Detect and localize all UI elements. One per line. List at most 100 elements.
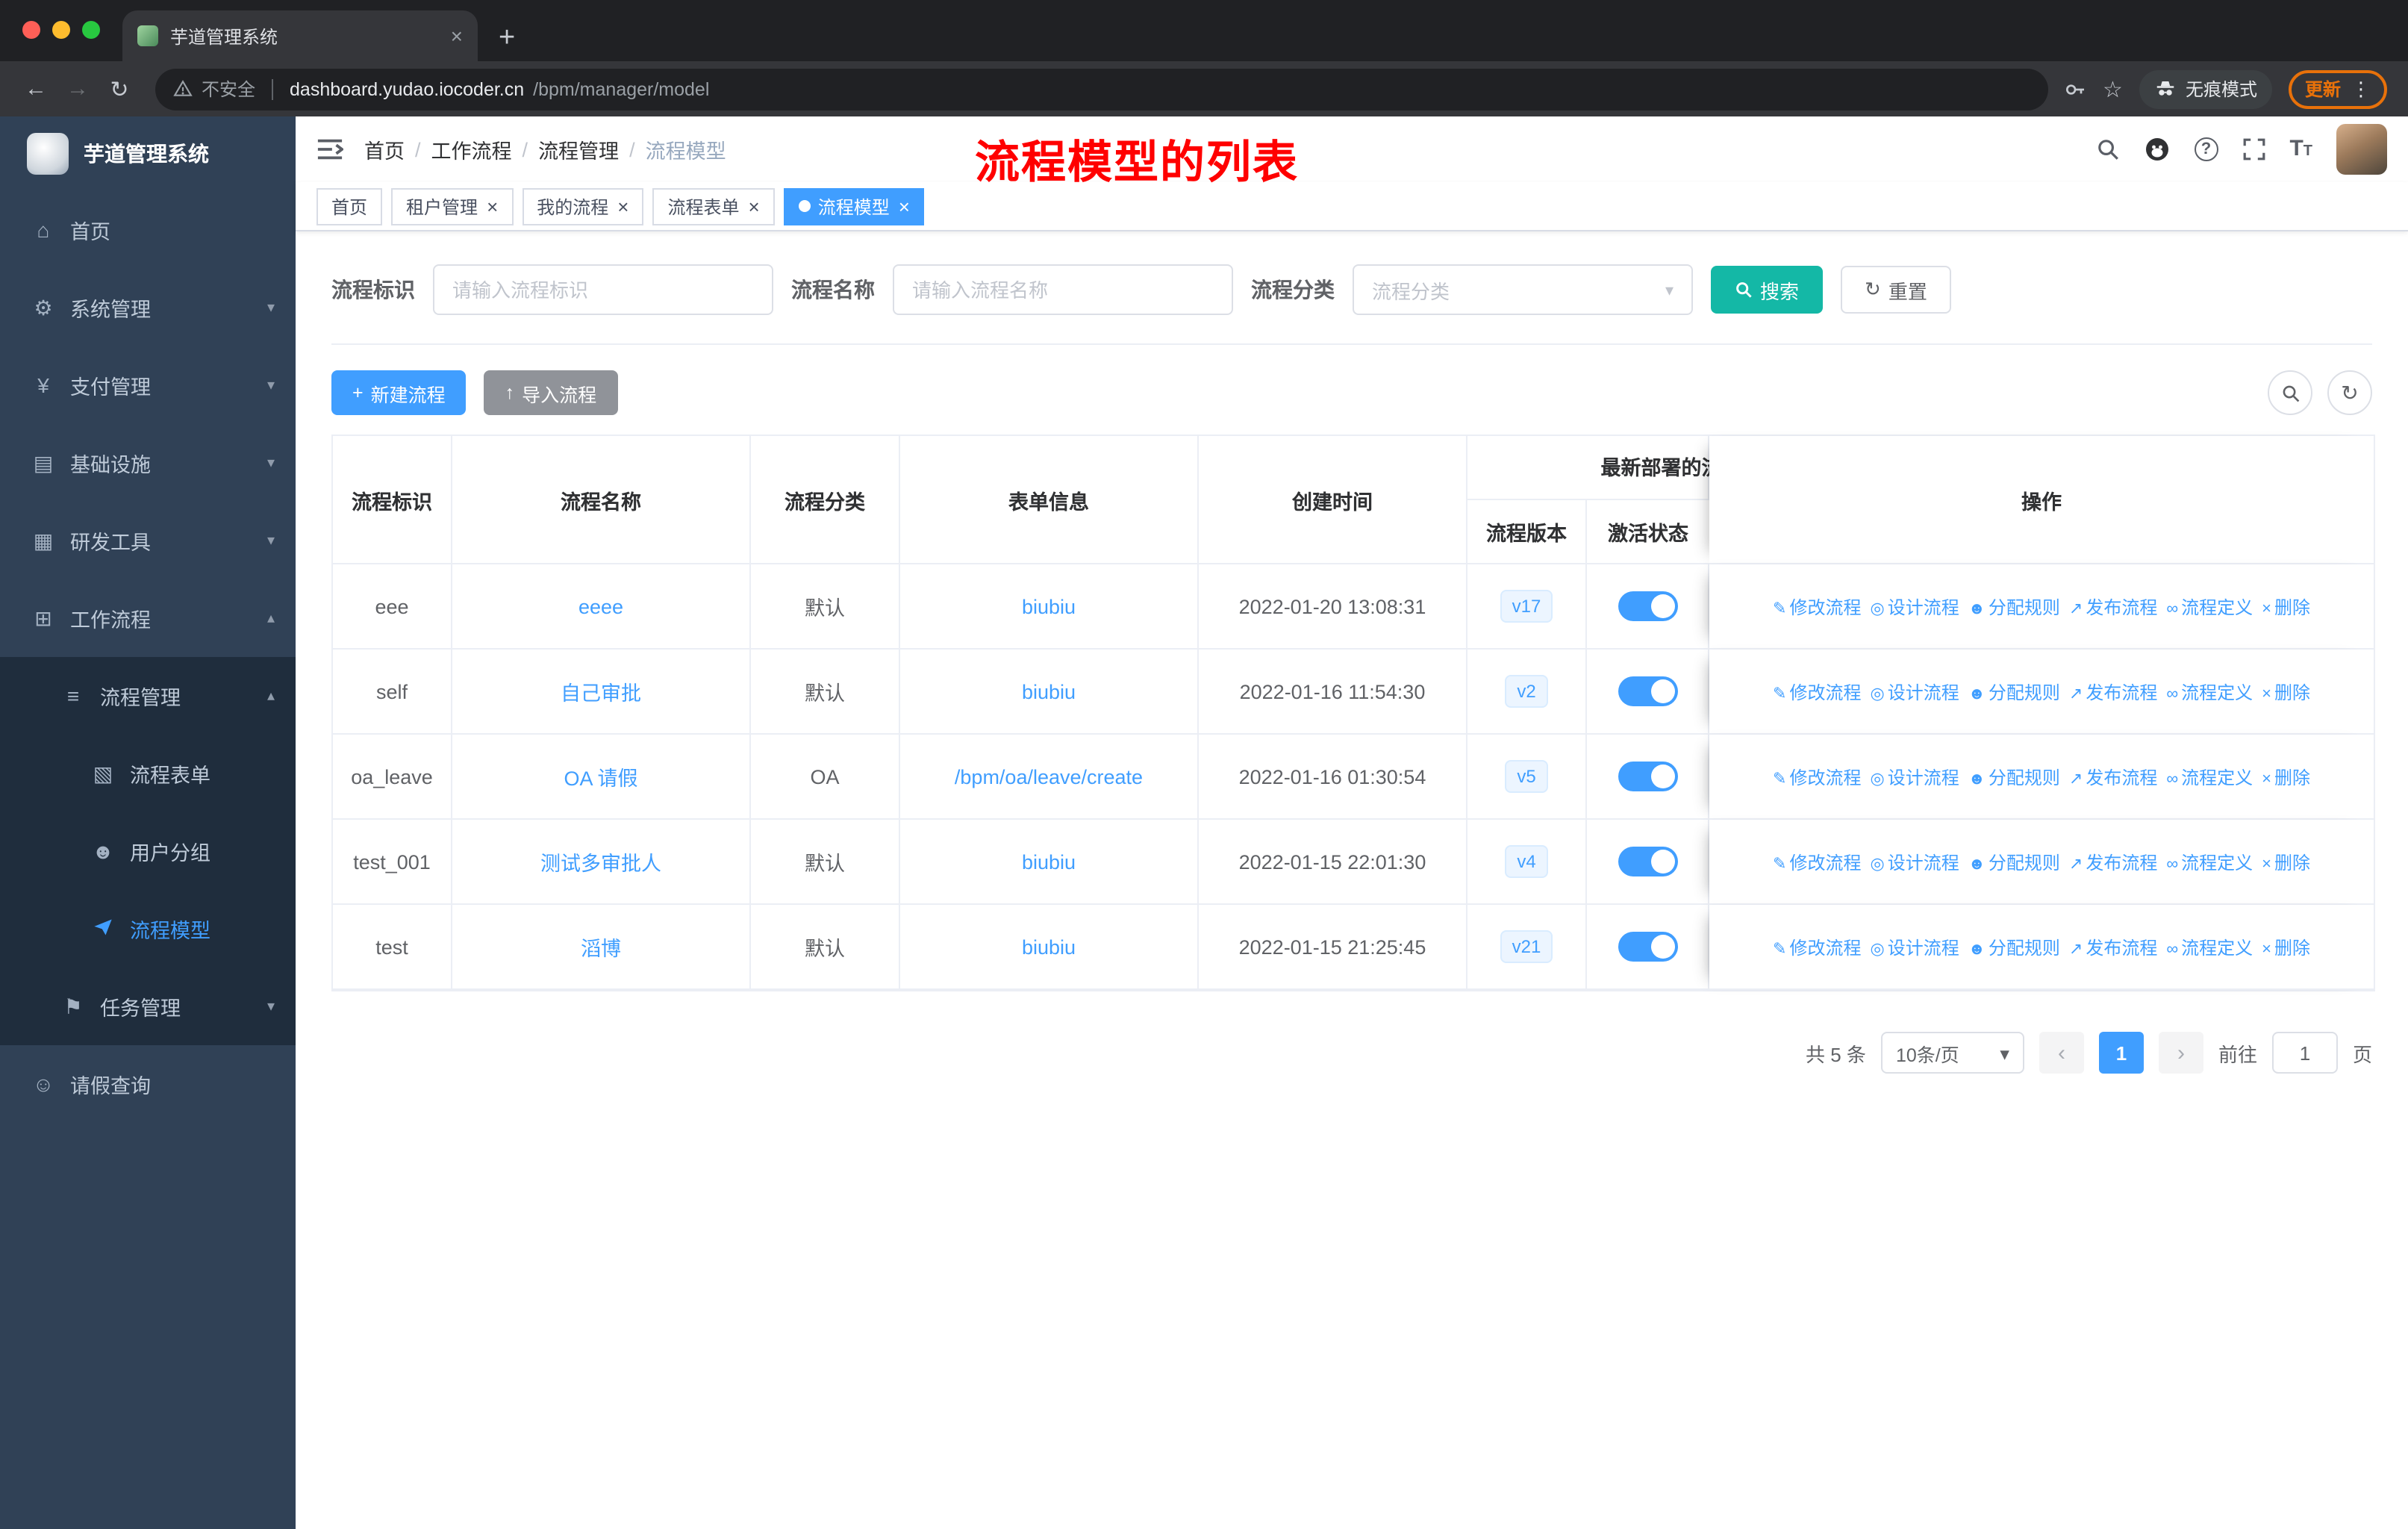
active-toggle[interactable] — [1618, 762, 1677, 791]
new-tab-button[interactable]: + — [499, 24, 515, 52]
version-tag[interactable]: v4 — [1505, 845, 1548, 878]
sidebar-item-process-form[interactable]: ▧ 流程表单 — [0, 735, 296, 812]
process-name-link[interactable]: OA 请假 — [564, 767, 637, 790]
sidebar-item-system-management[interactable]: ⚙ 系统管理 ▾ — [0, 269, 296, 346]
assign-rule-link[interactable]: ☻ 分配规则 — [1968, 597, 2060, 617]
process-name-link[interactable]: eeee — [578, 595, 623, 617]
active-toggle[interactable] — [1618, 847, 1677, 876]
process-name-link[interactable]: 自己审批 — [561, 682, 641, 705]
search-button[interactable]: 搜索 — [1711, 266, 1824, 314]
publish-process-link[interactable]: ↗ 发布流程 — [2069, 852, 2157, 873]
process-category-select[interactable]: 流程分类 ▾ — [1353, 264, 1693, 315]
search-icon[interactable] — [2095, 137, 2119, 161]
reset-button[interactable]: ↻ 重置 — [1841, 266, 1951, 314]
design-process-link[interactable]: ◎ 设计流程 — [1870, 852, 1959, 873]
form-info-link[interactable]: biubiu — [1022, 680, 1076, 703]
modify-process-link[interactable]: ✎ 修改流程 — [1773, 937, 1861, 958]
prev-page-button[interactable]: ‹ — [2039, 1032, 2084, 1074]
toggle-search-button[interactable] — [2268, 370, 2312, 415]
import-process-button[interactable]: ↑ 导入流程 — [484, 370, 618, 415]
process-definition-link[interactable]: ∞ 流程定义 — [2166, 682, 2253, 703]
refresh-table-button[interactable]: ↻ — [2327, 370, 2372, 415]
publish-process-link[interactable]: ↗ 发布流程 — [2069, 767, 2157, 788]
font-size-icon[interactable]: TT — [2289, 136, 2312, 163]
github-icon[interactable] — [2143, 136, 2170, 163]
page-size-select[interactable]: 10条/页 ▾ — [1880, 1032, 2024, 1074]
fullscreen-icon[interactable] — [2242, 137, 2265, 161]
design-process-link[interactable]: ◎ 设计流程 — [1870, 767, 1959, 788]
browser-tab[interactable]: 芋道管理系统 × — [122, 10, 478, 61]
version-tag[interactable]: v5 — [1505, 760, 1548, 793]
assign-rule-link[interactable]: ☻ 分配规则 — [1968, 767, 2060, 788]
design-process-link[interactable]: ◎ 设计流程 — [1870, 597, 1959, 617]
modify-process-link[interactable]: ✎ 修改流程 — [1773, 767, 1861, 788]
back-icon[interactable]: ← — [15, 76, 57, 102]
delete-link[interactable]: × 删除 — [2262, 682, 2310, 703]
tag-home[interactable]: 首页 — [316, 187, 383, 225]
app-logo-row[interactable]: 芋道管理系统 — [0, 116, 296, 191]
design-process-link[interactable]: ◎ 设计流程 — [1870, 682, 1959, 703]
reload-icon[interactable]: ↻ — [99, 75, 140, 102]
process-name-input[interactable] — [893, 264, 1233, 315]
delete-link[interactable]: × 删除 — [2262, 937, 2310, 958]
sidebar-item-infrastructure[interactable]: ▤ 基础设施 ▾ — [0, 424, 296, 502]
goto-page-input[interactable] — [2271, 1032, 2338, 1074]
close-icon[interactable]: × — [899, 196, 910, 216]
close-icon[interactable]: × — [749, 196, 760, 216]
sidebar-item-process-model[interactable]: 流程模型 — [0, 890, 296, 968]
next-page-button[interactable]: › — [2158, 1032, 2203, 1074]
modify-process-link[interactable]: ✎ 修改流程 — [1773, 682, 1861, 703]
key-icon[interactable] — [2062, 77, 2086, 101]
process-name-link[interactable]: 测试多审批人 — [540, 853, 661, 875]
form-info-link[interactable]: biubiu — [1022, 595, 1076, 617]
help-icon[interactable]: ? — [2194, 137, 2218, 161]
sidebar-item-process-management[interactable]: ≡ 流程管理 ▴ — [0, 657, 296, 735]
tag-process-model[interactable]: 流程模型 × — [783, 187, 925, 225]
create-process-button[interactable]: + 新建流程 — [331, 370, 467, 415]
browser-update-button[interactable]: 更新 ⋮ — [2288, 69, 2387, 108]
delete-link[interactable]: × 删除 — [2262, 597, 2310, 617]
tag-process-form[interactable]: 流程表单 × — [652, 187, 775, 225]
assign-rule-link[interactable]: ☻ 分配规则 — [1968, 852, 2060, 873]
process-name-link[interactable]: 滔博 — [581, 938, 621, 960]
process-definition-link[interactable]: ∞ 流程定义 — [2166, 937, 2253, 958]
close-icon[interactable]: × — [487, 196, 498, 216]
active-toggle[interactable] — [1618, 676, 1677, 706]
sidebar-item-dev-tools[interactable]: ▦ 研发工具 ▾ — [0, 502, 296, 579]
form-info-link[interactable]: biubiu — [1022, 850, 1076, 873]
version-tag[interactable]: v17 — [1500, 590, 1553, 623]
tag-my-process[interactable]: 我的流程 × — [522, 187, 644, 225]
sidebar-item-leave-query[interactable]: ☺ 请假查询 — [0, 1045, 296, 1123]
maximize-window-button[interactable] — [82, 21, 100, 39]
assign-rule-link[interactable]: ☻ 分配规则 — [1968, 682, 2060, 703]
process-definition-link[interactable]: ∞ 流程定义 — [2166, 852, 2253, 873]
sidebar-fold-icon[interactable] — [316, 137, 343, 161]
delete-link[interactable]: × 删除 — [2262, 852, 2310, 873]
sidebar-item-workflow[interactable]: ⊞ 工作流程 ▴ — [0, 579, 296, 657]
delete-link[interactable]: × 删除 — [2262, 767, 2310, 788]
sidebar-item-user-group[interactable]: ☻ 用户分组 — [0, 812, 296, 890]
publish-process-link[interactable]: ↗ 发布流程 — [2069, 682, 2157, 703]
process-definition-link[interactable]: ∞ 流程定义 — [2166, 767, 2253, 788]
sidebar-item-home[interactable]: ⌂ 首页 — [0, 191, 296, 269]
process-definition-link[interactable]: ∞ 流程定义 — [2166, 597, 2253, 617]
publish-process-link[interactable]: ↗ 发布流程 — [2069, 597, 2157, 617]
sidebar-item-payment-management[interactable]: ¥ 支付管理 ▾ — [0, 346, 296, 424]
browser-menu-icon[interactable]: ⋮ — [2351, 77, 2371, 101]
address-bar[interactable]: 不安全 dashboard.yudao.iocoder.cn /bpm/mana… — [155, 68, 2048, 110]
active-toggle[interactable] — [1618, 591, 1677, 621]
user-avatar[interactable] — [2336, 124, 2387, 175]
version-tag[interactable]: v2 — [1505, 675, 1548, 708]
page-number-button[interactable]: 1 — [2098, 1032, 2144, 1074]
bookmark-star-icon[interactable]: ☆ — [2103, 75, 2123, 102]
breadcrumb-workflow[interactable]: 工作流程 — [431, 134, 512, 164]
tab-close-icon[interactable]: × — [451, 25, 463, 46]
breadcrumb-process-management[interactable]: 流程管理 — [538, 134, 619, 164]
tag-tenant-management[interactable]: 租户管理 × — [391, 187, 514, 225]
assign-rule-link[interactable]: ☻ 分配规则 — [1968, 937, 2060, 958]
form-info-link[interactable]: biubiu — [1022, 935, 1076, 958]
close-window-button[interactable] — [22, 21, 40, 39]
sidebar-item-task-management[interactable]: ⚑ 任务管理 ▾ — [0, 968, 296, 1045]
form-info-link[interactable]: /bpm/oa/leave/create — [955, 765, 1143, 788]
publish-process-link[interactable]: ↗ 发布流程 — [2069, 937, 2157, 958]
